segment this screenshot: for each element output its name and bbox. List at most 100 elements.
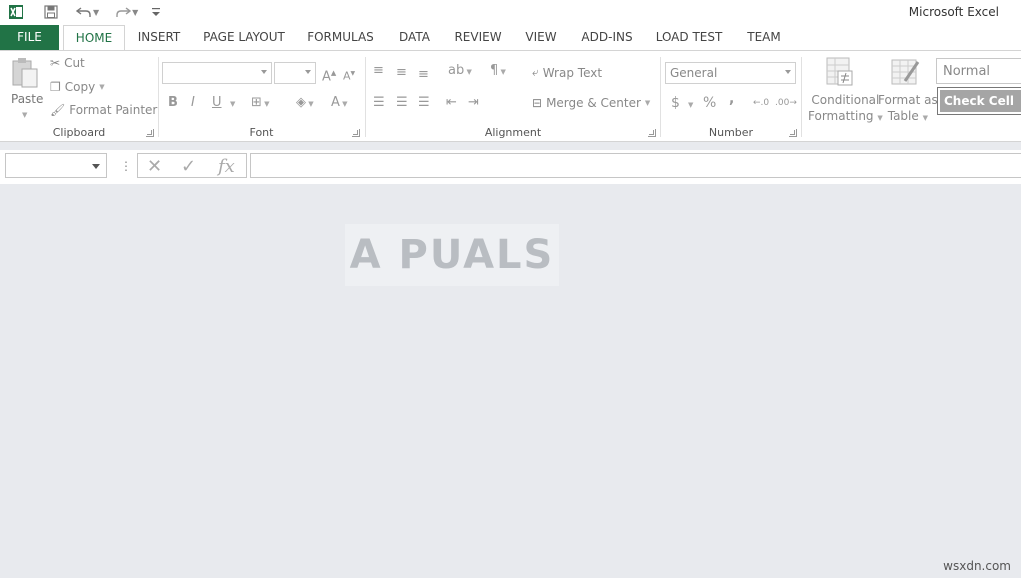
conditional-formatting-label-2-wrap: Formatting ▼ [808,109,883,123]
tab-review[interactable]: REVIEW [451,25,505,50]
text-direction-icon[interactable]: ¶ ▼ [490,63,506,80]
conditional-formatting-icon[interactable] [826,57,856,92]
increase-decimal-icon[interactable]: ←.0 [753,95,769,111]
borders-icon[interactable]: ⊞ ▼ [251,95,270,112]
format-painter-label: Format Painter [69,103,158,117]
copy-dropdown-icon[interactable]: ▼ [99,83,104,91]
number-group: General $ ▼ % , ←.0 .00→ Number [661,51,801,141]
format-as-table-label-2: Table [887,109,919,123]
tab-page-layout[interactable]: PAGE LAYOUT [198,25,290,50]
font-color-icon[interactable]: A ▼ [331,95,348,112]
copy-icon: ❐ [50,80,61,94]
credit-text: wsxdn.com [943,559,1011,573]
ribbon: Paste ▼ ✂ Cut ❐ Copy ▼ 🖌 Format Painter Clip… [0,50,1021,142]
copy-button[interactable]: ❐ Copy ▼ [50,80,105,94]
formula-bar: ⋮ ✕ ✓ fx [0,150,1021,184]
format-as-table-icon[interactable] [891,57,921,92]
alignment-group: ≡ ≡ ≡ ab ▼ ¶ ▼ ⤶ Wrap Text ☰ ☰ ☰ ⇤ ⇥ ⊟ Mer… [366,51,660,141]
tab-home[interactable]: HOME [63,25,125,51]
number-launcher-icon[interactable] [789,129,797,137]
increase-font-icon[interactable]: A▲ [322,65,336,85]
conditional-formatting-label-2: Formatting [808,109,874,123]
decrease-font-icon[interactable]: A▼ [343,66,355,85]
window-title: Microsoft Excel [908,5,999,19]
underline-button[interactable]: U [212,95,222,111]
save-icon[interactable] [42,2,60,22]
merge-dropdown-icon[interactable]: ▼ [645,99,650,107]
italic-button[interactable]: I [191,95,195,111]
paste-dropdown-icon[interactable]: ▼ [22,111,27,119]
conditional-formatting-label-1: Conditional [811,93,880,107]
paintbrush-icon: 🖌 [50,103,66,117]
bold-button[interactable]: B [168,95,178,111]
title-bar: ▼ ▼ Microsoft Excel [0,0,1021,25]
tab-insert[interactable]: INSERT [134,25,184,50]
number-format-dropdown[interactable]: General [665,62,796,84]
merge-center-label: Merge & Center [546,96,641,110]
scissors-icon: ✂ [50,56,61,70]
font-name-dropdown[interactable] [162,62,272,84]
quick-access-toolbar: ▼ ▼ [6,2,162,22]
alignment-group-label: Alignment [484,126,542,139]
watermark-logo: A PUALS [345,224,559,286]
formula-bar-splitter[interactable]: ⋮ [120,159,132,173]
redo-icon[interactable]: ▼ [113,2,140,22]
decrease-decimal-icon[interactable]: .00→ [775,95,797,111]
underline-dropdown-icon[interactable]: ▼ [230,96,235,112]
tab-view[interactable]: VIEW [520,25,562,50]
font-group: A▲ A▼ B I U ▼ ⊞ ▼ ◈ ▼ A ▼ Font [159,51,364,141]
currency-dropdown-icon[interactable]: ▼ [688,97,693,113]
comma-button[interactable]: , [729,91,734,107]
conditional-formatting-button[interactable]: Conditional Formatting ▼ [808,92,883,126]
format-as-table-button[interactable]: Format as Table ▼ [878,92,938,126]
tab-file[interactable]: FILE [0,25,59,50]
excel-logo-icon [6,2,26,22]
align-bottom-icon[interactable]: ≡ [418,67,429,83]
number-group-label: Number [708,126,754,139]
wrap-text-label: Wrap Text [542,65,603,80]
formula-input[interactable] [250,153,1021,178]
align-left-icon[interactable]: ☰ [373,95,385,111]
wrap-text-button[interactable]: ⤶ Wrap Text [532,65,602,80]
tab-add-ins[interactable]: ADD-INS [576,25,638,50]
style-check-cell[interactable]: Check Cell [937,87,1021,115]
align-center-icon[interactable]: ☰ [396,95,408,111]
tab-formulas[interactable]: FORMULAS [303,25,378,50]
align-top-icon[interactable]: ≡ [373,63,384,79]
font-size-dropdown[interactable] [274,62,316,84]
tab-load-test[interactable]: LOAD TEST [652,25,726,50]
clipboard-launcher-icon[interactable] [146,129,154,137]
customize-toolbar-icon[interactable] [150,2,162,22]
currency-button[interactable]: $ [671,95,680,111]
ribbon-tabs: FILE HOME INSERT PAGE LAYOUT FORMULAS DA… [0,25,1021,51]
align-middle-icon[interactable]: ≡ [396,65,407,81]
name-box[interactable] [5,153,107,178]
paste-icon[interactable] [11,57,39,94]
undo-icon[interactable]: ▼ [74,2,101,22]
align-right-icon[interactable]: ☰ [418,95,430,111]
decrease-indent-icon[interactable]: ⇤ [446,95,457,111]
tab-team[interactable]: TEAM [740,25,788,50]
clipboard-group: Paste ▼ ✂ Cut ❐ Copy ▼ 🖌 Format Painter Clip… [0,51,158,141]
cancel-icon[interactable]: ✕ [147,156,162,177]
merge-center-button[interactable]: ⊟ Merge & Center ▼ [532,96,650,110]
style-normal[interactable]: Normal [936,58,1021,84]
watermark-text: A PUALS [349,232,555,278]
alignment-launcher-icon[interactable] [648,129,656,137]
cut-button[interactable]: ✂ Cut [50,56,85,70]
name-box-dropdown-icon[interactable] [92,164,100,169]
format-as-table-label-1: Format as [878,93,938,107]
fill-color-icon[interactable]: ◈ ▼ [296,95,314,112]
format-painter-button[interactable]: 🖌 Format Painter [50,103,157,117]
enter-icon[interactable]: ✓ [181,156,196,177]
orientation-icon[interactable]: ab ▼ [448,63,472,80]
percent-button[interactable]: % [703,95,716,111]
format-as-table-label-2-wrap: Table ▼ [887,109,928,123]
increase-indent-icon[interactable]: ⇥ [468,95,479,111]
paste-button[interactable]: Paste [11,92,43,106]
insert-function-button[interactable]: fx [218,156,235,177]
merge-icon: ⊟ [532,96,543,110]
cut-label: Cut [64,56,85,70]
font-launcher-icon[interactable] [352,129,360,137]
tab-data[interactable]: DATA [393,25,436,50]
